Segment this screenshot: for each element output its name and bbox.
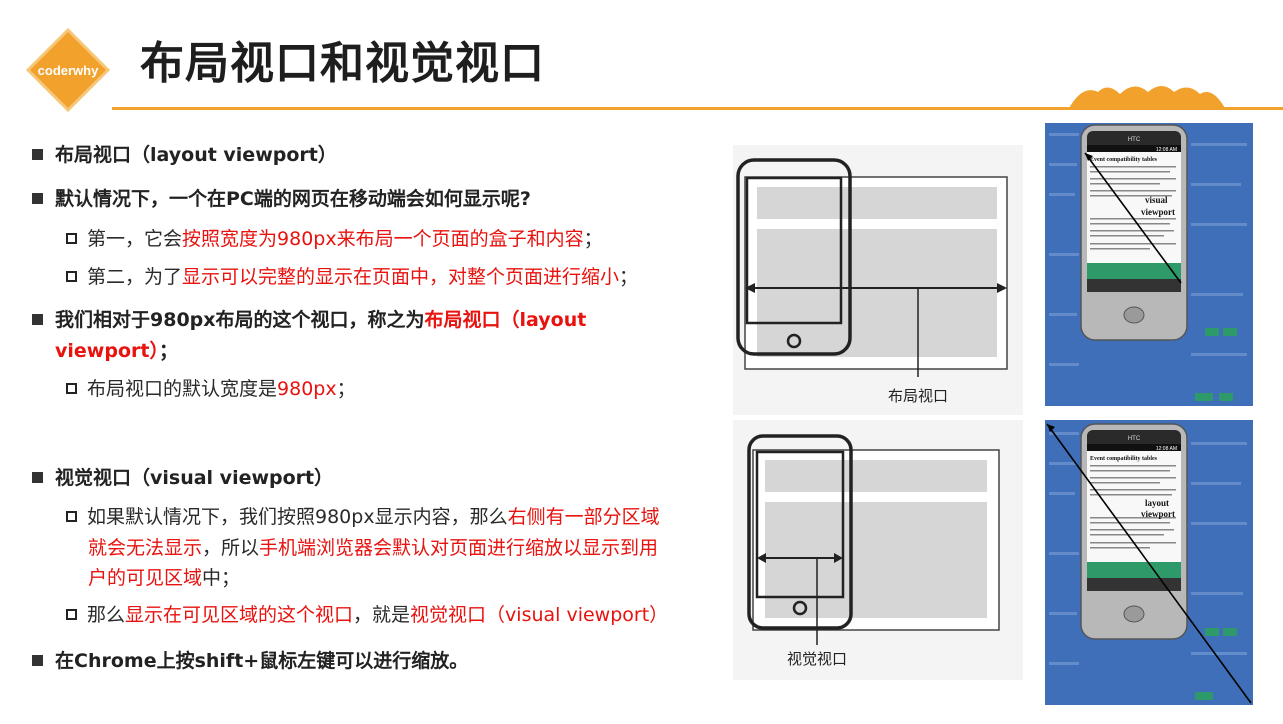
page-title: 布局视口和视觉视口 — [140, 38, 545, 89]
square-bullet-icon — [32, 193, 43, 204]
text: ； — [158, 340, 178, 362]
sub-bullet-visual-definition: 那么显示在可见区域的这个视口，就是视觉视口（visual viewport） — [66, 600, 668, 630]
bullet-chrome-zoom: 在Chrome上按shift+鼠标左键可以进行缩放。 — [32, 646, 468, 676]
overlay-label-line1: layout — [1145, 498, 1169, 508]
text: ，所以 — [202, 537, 260, 559]
highlight-text: 就会无法显示 — [88, 537, 203, 559]
phone-photo-layout: HTC 12:08 AM Event compatibility tables … — [1045, 420, 1253, 705]
bullet-default-display: 默认情况下，一个在PC端的网页在移动端会如何显示呢? — [32, 184, 531, 214]
page-block — [765, 502, 987, 618]
overlay-label-line2: viewport — [1141, 509, 1175, 519]
page-block — [757, 229, 997, 357]
bullet-layout-definition-cont: viewport）； — [55, 336, 178, 366]
visual-caption: 视觉视口 — [787, 650, 847, 668]
bullet-text: 在Chrome上按shift+鼠标左键可以进行缩放。 — [55, 650, 469, 672]
phone-photo-visual: HTC 12:08 AM Event compatibility tables … — [1045, 123, 1253, 406]
square-bullet-icon — [32, 655, 43, 666]
text: ； — [336, 378, 356, 400]
highlight-text: 户的可见区域 — [88, 567, 203, 589]
header-rule — [112, 107, 1283, 110]
text: 那么 — [87, 604, 126, 626]
sub-bullet-first: 第一，它会按照宽度为980px来布局一个页面的盒子和内容； — [66, 224, 603, 254]
hollow-bullet-icon — [66, 511, 77, 522]
hollow-bullet-icon — [66, 383, 77, 394]
highlight-text: viewport） — [55, 340, 159, 362]
text: ； — [583, 228, 603, 250]
text: 如果默认情况下，我们按照980px显示内容，那么 — [87, 506, 508, 528]
highlight-text: 980px — [277, 378, 337, 400]
text: 布局视口的默认宽度是 — [87, 378, 278, 400]
layout-caption: 布局视口 — [888, 387, 948, 405]
square-bullet-icon — [32, 314, 43, 325]
sub-bullet-visual-explain-cont2: 户的可见区域中； — [88, 563, 240, 593]
sub-bullet-visual-explain-cont1: 就会无法显示，所以手机端浏览器会默认对页面进行缩放以显示到用 — [88, 533, 658, 563]
phone-brand: HTC — [1128, 137, 1141, 143]
highlight-text: 右侧有一部分区域 — [507, 506, 660, 528]
text: ，就是 — [353, 604, 411, 626]
text: 第一，它会 — [87, 228, 183, 250]
phone-home-button — [1123, 605, 1145, 623]
phone-home-button — [1123, 306, 1145, 324]
text: 中； — [202, 567, 241, 589]
highlight-text: 按照宽度为980px来布局一个页面的盒子和内容 — [182, 228, 584, 250]
text: 我们相对于980px布局的这个视口，称之为 — [55, 309, 425, 331]
sub-bullet-visual-explain: 如果默认情况下，我们按照980px显示内容，那么右侧有一部分区域 — [66, 502, 660, 532]
page-block — [765, 460, 987, 492]
bullet-text: 视觉视口（visual viewport） — [55, 467, 334, 489]
visual-viewport-diagram: 视觉视口 — [733, 420, 1023, 680]
text: 第二，为了 — [87, 266, 183, 288]
overlay-label-line2: viewport — [1141, 207, 1175, 217]
sub-bullet-default-width: 布局视口的默认宽度是980px； — [66, 374, 356, 404]
bullet-layout-viewport: 布局视口（layout viewport） — [32, 140, 337, 170]
bullet-layout-definition: 我们相对于980px布局的这个视口，称之为布局视口（layout — [32, 305, 586, 335]
screen-heading: Event compatibility tables — [1090, 456, 1158, 462]
phone-brand: HTC — [1128, 436, 1141, 442]
highlight-text: 视觉视口（visual viewport） — [410, 604, 669, 626]
hollow-bullet-icon — [66, 609, 77, 620]
square-bullet-icon — [32, 472, 43, 483]
layout-viewport-diagram: 布局视口 — [733, 145, 1023, 415]
mountain-decoration — [1068, 86, 1226, 110]
coderwhy-logo: coderwhy — [26, 28, 110, 112]
text: ； — [619, 266, 639, 288]
highlight-text: 显示在可见区域的这个视口 — [125, 604, 354, 626]
page-block — [757, 187, 997, 219]
slide: coderwhy 布局视口和视觉视口 布局视口（layout viewport）… — [0, 0, 1283, 724]
logo-text: coderwhy — [38, 63, 99, 78]
hollow-bullet-icon — [66, 233, 77, 244]
highlight-text: 布局视口（layout — [424, 309, 587, 331]
bullet-visual-viewport: 视觉视口（visual viewport） — [32, 463, 333, 493]
sub-bullet-second: 第二，为了显示可以完整的显示在页面中，对整个页面进行缩小； — [66, 262, 638, 292]
hollow-bullet-icon — [66, 271, 77, 282]
bullet-text: 默认情况下，一个在PC端的网页在移动端会如何显示呢? — [55, 188, 531, 210]
bullet-text: 布局视口（layout viewport） — [55, 144, 337, 166]
overlay-label-line1: visual — [1145, 195, 1168, 205]
highlight-text: 手机端浏览器会默认对页面进行缩放以显示到用 — [259, 537, 659, 559]
square-bullet-icon — [32, 149, 43, 160]
screen-heading: Event compatibility tables — [1090, 157, 1158, 163]
highlight-text: 显示可以完整的显示在页面中，对整个页面进行缩小 — [182, 266, 620, 288]
